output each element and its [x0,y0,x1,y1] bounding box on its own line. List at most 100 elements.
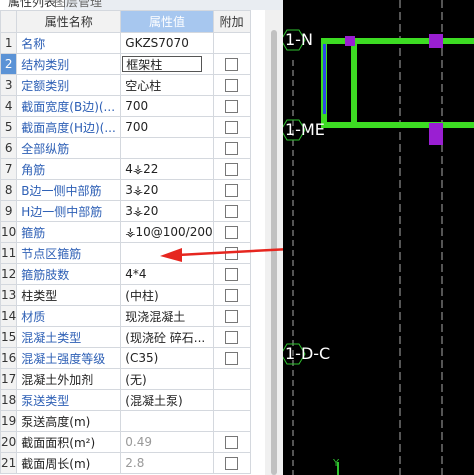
row-index: 12 [0,263,18,285]
extra-checkbox[interactable] [225,247,239,260]
property-value[interactable]: (混凝土泵) [120,389,214,411]
property-value[interactable]: GKZS7070 [120,32,214,54]
property-value[interactable]: 现浇混凝土 [120,305,214,327]
row-index: 1 [0,32,18,54]
extra-checkbox[interactable] [225,268,239,281]
extra-checkbox[interactable] [225,352,239,365]
extra-checkbox[interactable] [225,226,239,239]
row-index: 10 [0,221,18,243]
drawing-canvas[interactable]: Y 1-N 1-ME 1-D-C [283,0,474,475]
row-index: 7 [0,158,18,180]
row-index: 3 [0,74,18,96]
extra-checkbox[interactable] [225,121,239,134]
property-row[interactable]: 5 截面高度(H边)(... 700 [0,116,251,138]
property-name: 混凝土外加剂 [16,368,122,390]
extra-checkbox[interactable] [225,100,239,113]
column[interactable] [429,34,443,48]
property-value[interactable]: 框架柱 [120,53,214,75]
property-row[interactable]: 18 泵送类型 (混凝土泵) [0,389,251,411]
property-row[interactable]: 4 截面宽度(B边)(... 700 [0,95,251,117]
property-name: 混凝土强度等级 [16,347,122,369]
properties-grid: 属性名称 属性值 附加 1 名称 GKZS7070 2 结构类别 框架柱 3 定额类别 空心柱 4… [0,10,251,474]
property-row[interactable]: 17 混凝土外加剂 (无) [0,368,251,390]
property-value[interactable]: 700 [120,116,214,138]
property-row[interactable]: 7 角筋 4⚶22 [0,158,251,180]
extra-cell [212,389,251,411]
property-value[interactable]: (C35) [120,347,214,369]
property-value[interactable] [120,242,214,264]
column[interactable] [429,123,443,145]
extra-checkbox[interactable] [225,457,239,470]
property-value[interactable]: 0.49 [120,431,214,453]
row-index: 21 [0,452,18,474]
panel-tabs: 属性列表 图层管理 [0,0,283,10]
property-row[interactable]: 15 混凝土类型 (现浇砼 碎石... [0,326,251,348]
extra-cell [212,410,251,432]
property-name: 柱类型 [16,284,122,306]
y-axis-icon: Y [332,458,340,475]
axis-label: 1-ME [285,120,325,139]
property-name: 泵送高度(m) [16,410,122,432]
extra-cell [212,32,251,54]
property-row[interactable]: 2 结构类别 框架柱 [0,53,251,75]
property-name: 定额类别 [16,74,122,96]
property-value[interactable]: 4⚶22 [120,158,214,180]
extra-checkbox[interactable] [225,436,239,449]
property-row[interactable]: 12 箍筋肢数 4*4 [0,263,251,285]
property-name: 箍筋 [16,221,122,243]
extra-cell [212,305,251,327]
row-index: 19 [0,410,18,432]
property-name: 截面高度(H边)(... [16,116,122,138]
property-row[interactable]: 9 H边一侧中部筋 3⚶20 [0,200,251,222]
property-name: 结构类别 [16,53,122,75]
extra-checkbox[interactable] [225,142,239,155]
property-row[interactable]: 3 定额类别 空心柱 [0,74,251,96]
property-value-input[interactable]: 框架柱 [122,56,203,72]
extra-cell [212,284,251,306]
beam-inner[interactable] [351,38,357,128]
extra-checkbox[interactable] [225,163,239,176]
property-value[interactable] [120,137,214,159]
property-value[interactable]: 3⚶20 [120,179,214,201]
row-index: 4 [0,95,18,117]
axis-label: 1-N [285,30,313,49]
property-value[interactable]: 3⚶20 [120,200,214,222]
property-row[interactable]: 1 名称 GKZS7070 [0,32,251,54]
extra-checkbox[interactable] [225,289,239,302]
tab-layers[interactable]: 图层管理 [46,0,110,10]
property-row[interactable]: 8 B边一侧中部筋 3⚶20 [0,179,251,201]
property-row[interactable]: 14 材质 现浇混凝土 [0,305,251,327]
property-row[interactable]: 20 截面面积(m²) 0.49 [0,431,251,453]
beam-middle[interactable] [323,122,474,128]
extra-checkbox[interactable] [225,58,239,71]
property-value[interactable]: 2.8 [120,452,214,474]
property-row[interactable]: 11 节点区箍筋 [0,242,251,264]
extra-checkbox[interactable] [225,310,239,323]
property-value[interactable]: (现浇砼 碎石... [120,326,214,348]
property-value[interactable]: (无) [120,368,214,390]
property-value[interactable]: ⚶10@100/200 [120,221,214,243]
extra-checkbox[interactable] [225,184,239,197]
property-row[interactable]: 21 截面周长(m) 2.8 [0,452,251,474]
property-value[interactable]: 空心柱 [120,74,214,96]
property-row[interactable]: 13 柱类型 (中柱) [0,284,251,306]
vertical-scrollbar[interactable] [265,10,283,475]
property-row[interactable]: 19 泵送高度(m) [0,410,251,432]
property-name: 角筋 [16,158,122,180]
property-row[interactable]: 10 箍筋 ⚶10@100/200 [0,221,251,243]
property-row[interactable]: 16 混凝土强度等级 (C35) [0,347,251,369]
extra-checkbox[interactable] [225,79,239,92]
property-row[interactable]: 6 全部纵筋 [0,137,251,159]
row-index: 18 [0,389,18,411]
extra-checkbox[interactable] [225,205,239,218]
column[interactable] [345,36,355,46]
extra-cell [212,179,251,201]
extra-checkbox[interactable] [225,331,239,344]
property-value[interactable]: 4*4 [120,263,214,285]
property-value[interactable]: 700 [120,95,214,117]
axis-label: 1-D-C [285,344,331,363]
property-value[interactable]: (中柱) [120,284,214,306]
header-extra: 附加 [212,10,251,33]
property-value[interactable] [120,410,214,432]
scrollbar-thumb[interactable] [271,30,277,475]
